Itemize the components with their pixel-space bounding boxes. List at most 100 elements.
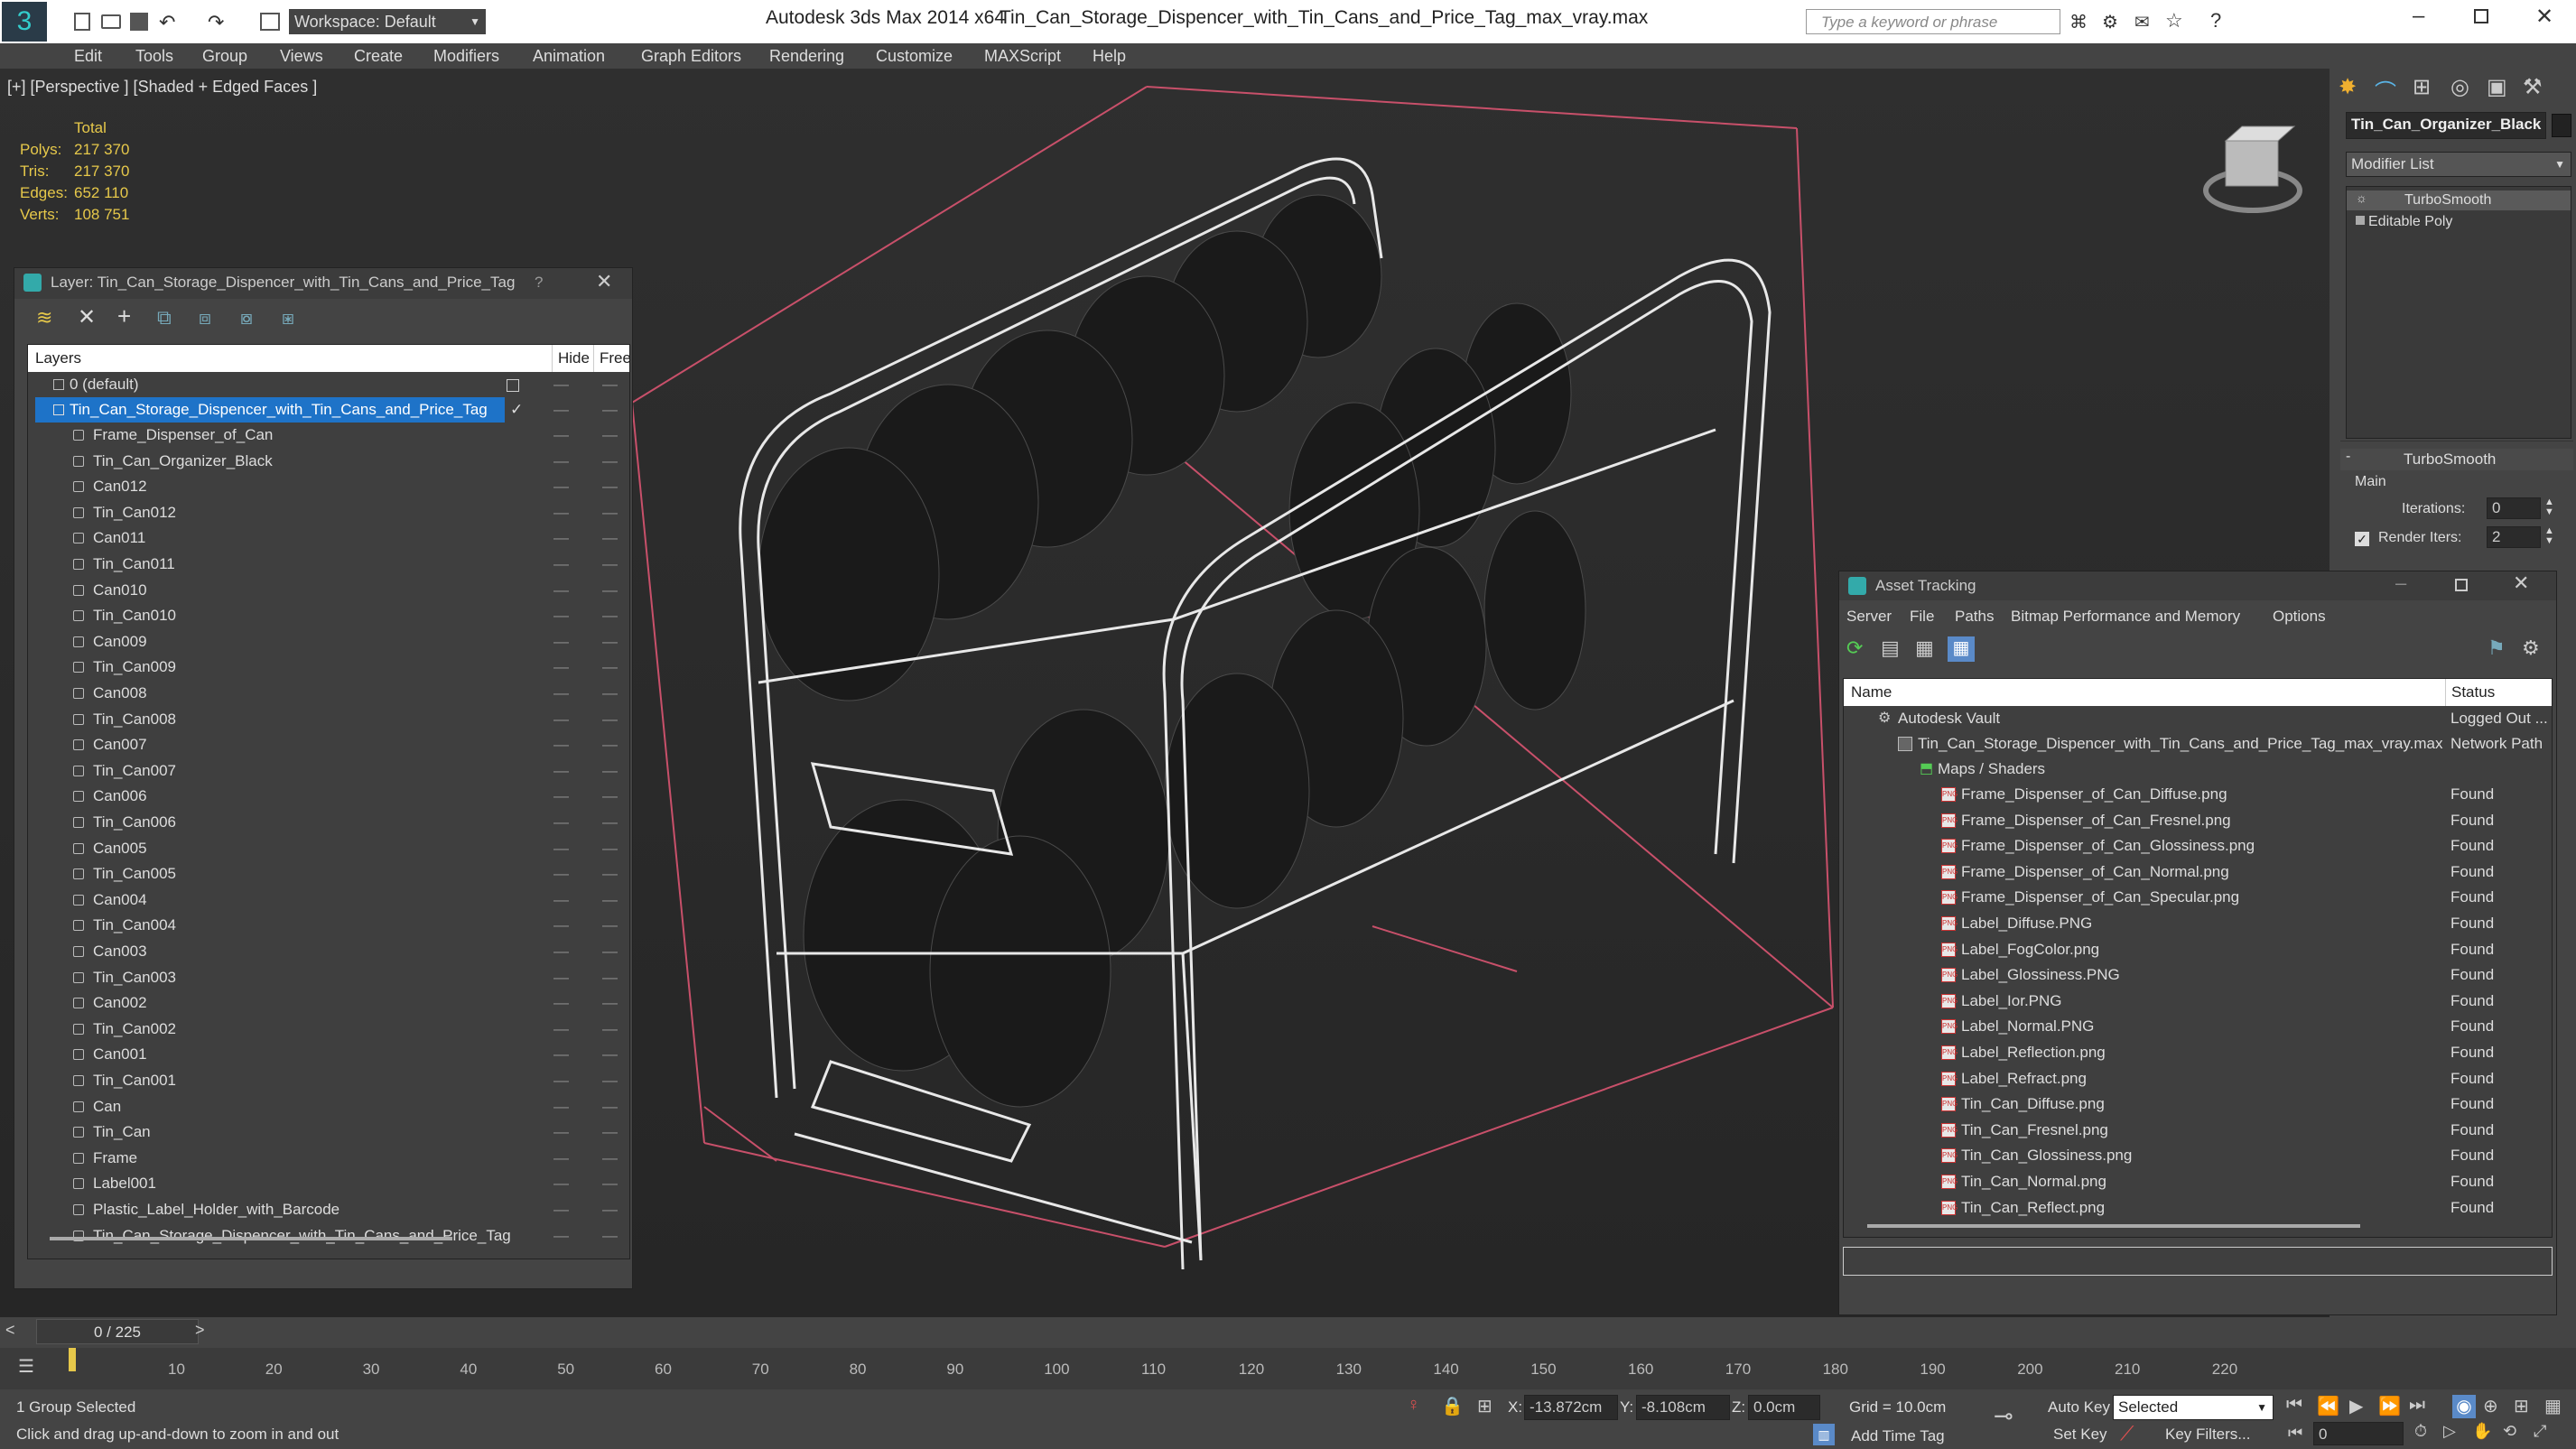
render-iters-spinner[interactable]: 2 (2487, 526, 2541, 548)
display-tab-icon[interactable]: ▣ (2487, 74, 2507, 100)
layer-object-row[interactable]: Tin_Can004 — — (28, 913, 629, 938)
subscription-icon[interactable]: ⚙ (2102, 11, 2118, 33)
asset-file-row[interactable]: PNG Tin_Can_Reflect.png Found (1844, 1195, 2552, 1221)
maximize-icon[interactable] (2474, 9, 2488, 23)
freeze-dash[interactable]: — (602, 1171, 618, 1196)
hide-dash[interactable]: — (553, 449, 569, 474)
freeze-dash[interactable]: — (602, 552, 618, 577)
menu-create[interactable]: Create (354, 47, 403, 66)
spinner-arrows-icon[interactable]: ▲ ▼ (2544, 497, 2554, 517)
hide-dash[interactable]: — (553, 500, 569, 525)
layer-object-row[interactable]: Can003 — — (28, 939, 629, 964)
object-name-field[interactable]: Tin_Can_Organizer_Black (2346, 112, 2546, 139)
next-frame-arrow-icon[interactable]: > (195, 1321, 205, 1340)
layer-object-row[interactable]: Can012 — — (28, 474, 629, 499)
freeze-dash[interactable]: — (602, 474, 618, 499)
auto-key-button[interactable]: Auto Key (2048, 1398, 2110, 1416)
asset-file-row[interactable]: PNG Tin_Can_Glossiness.png Found (1844, 1143, 2552, 1168)
freeze-dash[interactable]: — (602, 1094, 618, 1119)
hierarchy-tab-icon[interactable]: ⊞ (2413, 74, 2431, 100)
hide-dash[interactable]: — (553, 990, 569, 1016)
col-layers[interactable]: Layers (35, 345, 81, 372)
asset-file-row[interactable]: PNG Frame_Dispenser_of_Can_Glossiness.png… (1844, 833, 2552, 859)
layer-object-row[interactable]: Can011 — — (28, 525, 629, 551)
freeze-dash[interactable]: — (602, 449, 618, 474)
freeze-dash[interactable]: — (602, 887, 618, 913)
asset-row-maps-folder[interactable]: ⬒ Maps / Shaders (1844, 757, 2552, 782)
layer-object-row[interactable]: Can002 — — (28, 990, 629, 1016)
hide-dash[interactable]: — (553, 758, 569, 784)
freeze-dash[interactable]: — (602, 810, 618, 835)
freeze-dash[interactable]: — (602, 913, 618, 938)
zoom-extents-icon[interactable]: ▦ (2544, 1395, 2562, 1417)
expand-icon[interactable] (2356, 216, 2365, 225)
close-icon[interactable]: ✕ (596, 270, 612, 293)
freeze-dash[interactable]: — (602, 578, 618, 603)
menu-rendering[interactable]: Rendering (769, 47, 844, 66)
asset-h-scrollbar[interactable] (1867, 1224, 2360, 1228)
freeze-dash[interactable]: — (602, 1068, 618, 1093)
menu-tools[interactable]: Tools (135, 47, 173, 66)
hide-dash[interactable]: — (553, 629, 569, 655)
lock-selection-icon[interactable]: 🔒 (1441, 1395, 1464, 1417)
freeze-dash[interactable]: — (602, 397, 618, 423)
hide-dash[interactable]: — (553, 681, 569, 706)
create-layer-icon[interactable]: ≋ (36, 306, 52, 330)
set-current-layer-icon[interactable]: ⧇ (240, 306, 253, 330)
asset-file-row[interactable]: PNG Frame_Dispenser_of_Can_Fresnel.png Fou… (1844, 808, 2552, 833)
viewport-label[interactable]: [+] [Perspective ] [Shaded + Edged Faces… (7, 78, 317, 97)
motion-tab-icon[interactable]: ◎ (2450, 74, 2469, 100)
freeze-dash[interactable]: — (602, 784, 618, 809)
hide-dash[interactable]: — (553, 1119, 569, 1145)
hide-dash[interactable]: — (553, 836, 569, 861)
spinner-arrows-icon[interactable]: ▲ ▼ (2544, 526, 2554, 546)
hide-dash[interactable]: — (553, 1042, 569, 1067)
hide-dash[interactable]: — (553, 861, 569, 887)
rollout-header[interactable]: - TurboSmooth (2340, 449, 2573, 470)
new-file-icon[interactable] (74, 13, 90, 31)
asset-menu-bitmap-performance[interactable]: Bitmap Performance and Memory (2011, 608, 2240, 626)
hide-dash[interactable]: — (553, 939, 569, 964)
save-icon[interactable] (130, 13, 148, 31)
asset-file-row[interactable]: PNG Label_Diffuse.PNG Found (1844, 911, 2552, 936)
z-coordinate-field[interactable]: 0.0cm (1748, 1395, 1820, 1420)
col-name[interactable]: Name (1851, 679, 1892, 706)
asset-menu-file[interactable]: File (1910, 608, 1934, 626)
layer-object-row[interactable]: Tin_Can012 — — (28, 500, 629, 525)
asset-file-row[interactable]: PNG Frame_Dispenser_of_Can_Diffuse.png Fou… (1844, 782, 2552, 807)
layer-object-row[interactable]: Tin_Can010 — — (28, 603, 629, 628)
layer-object-row[interactable]: Tin_Can005 — — (28, 861, 629, 887)
layer-list[interactable]: Layers Hide Freez 0 (default) — — Tin_Ca… (27, 344, 630, 1259)
menu-animation[interactable]: Animation (533, 47, 605, 66)
freeze-dash[interactable]: — (602, 629, 618, 655)
add-time-tag-icon[interactable]: ▥ (1813, 1424, 1835, 1445)
close-icon[interactable]: ✕ (2535, 4, 2553, 30)
stack-item-editable-poly[interactable]: Editable Poly (2347, 212, 2571, 232)
asset-file-row[interactable]: PNG Label_Reflection.png Found (1844, 1040, 2552, 1065)
menu-graph-editors[interactable]: Graph Editors (641, 47, 741, 66)
hide-dash[interactable]: — (553, 887, 569, 913)
col-freeze[interactable]: Freez (593, 345, 629, 372)
asset-menu-options[interactable]: Options (2273, 608, 2326, 626)
freeze-dash[interactable]: — (602, 861, 618, 887)
highlight-selected-icon[interactable]: ⧈ (199, 306, 211, 330)
asset-file-row[interactable]: PNG Label_Refract.png Found (1844, 1066, 2552, 1091)
field-of-view-icon[interactable]: ▷ (2443, 1422, 2456, 1441)
menu-help[interactable]: Help (1093, 47, 1126, 66)
layer-object-row[interactable]: Can005 — — (28, 836, 629, 861)
active-check-icon[interactable]: ✓ (510, 397, 523, 423)
communication-icon[interactable]: ✉ (2134, 11, 2150, 33)
hide-dash[interactable]: — (553, 965, 569, 990)
layer-object-row[interactable]: Tin_Can003 — — (28, 965, 629, 990)
asset-file-row[interactable]: PNG Frame_Dispenser_of_Can_Specular.png Fo… (1844, 885, 2552, 910)
menu-maxscript[interactable]: MAXScript (984, 47, 1061, 66)
time-slider[interactable]: < 0 / 225 > (0, 1317, 2576, 1348)
menu-customize[interactable]: Customize (876, 47, 953, 66)
play-icon[interactable]: ▶ (2349, 1395, 2363, 1417)
create-tab-icon[interactable]: ✸ (2339, 74, 2357, 100)
col-status[interactable]: Status (2445, 679, 2495, 706)
vault-settings-icon[interactable]: ⚙ (2522, 636, 2540, 660)
table-view-icon[interactable]: ▦ (1915, 636, 1934, 660)
layer-object-row[interactable]: Tin_Can002 — — (28, 1017, 629, 1042)
orbit-icon[interactable]: ⟲ (2503, 1422, 2516, 1441)
